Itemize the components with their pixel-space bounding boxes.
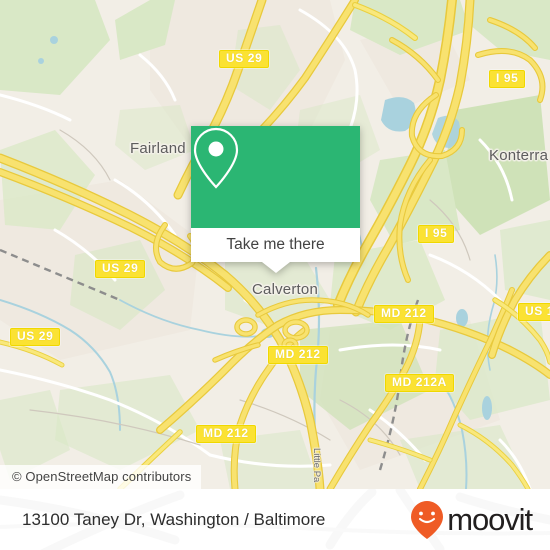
take-me-there-label: Take me there (226, 236, 325, 253)
map-pin-icon (193, 127, 239, 189)
shield-us-29: US 29 (219, 50, 270, 68)
shield-us-1: US 1 (518, 303, 550, 321)
take-me-there-button[interactable]: Take me there (191, 228, 360, 262)
map-canvas[interactable]: .park{fill:#d9e8c6;} .parkdark{fill:#cfe… (0, 0, 550, 489)
moovit-logo[interactable]: moovit (410, 500, 533, 540)
footer-bar: 13100 Taney Dr, Washington / Baltimore m… (0, 489, 550, 550)
map-label-konterra: Konterra (489, 147, 549, 164)
address-label: 13100 Taney Dr, Washington / Baltimore (22, 509, 326, 529)
map-screen: .park{fill:#d9e8c6;} .parkdark{fill:#cfe… (0, 0, 550, 550)
shield-us-29: US 29 (95, 260, 146, 278)
map-label-calverton: Calverton (252, 281, 318, 298)
shield-md-212: MD 212 (196, 425, 256, 443)
moovit-pin-icon (411, 500, 444, 539)
shield-i-95: I 95 (418, 225, 455, 243)
location-popup[interactable]: Take me there (191, 126, 360, 273)
shield-md-212: MD 212 (374, 305, 434, 323)
popup-pointer (261, 262, 290, 273)
moovit-wordmark: moovit (447, 502, 533, 537)
osm-attribution[interactable]: © OpenStreetMap contributors (0, 465, 202, 489)
map-label-fairland: Fairland (130, 140, 186, 157)
shield-us-29: US 29 (10, 328, 61, 346)
shield-md-212: MD 212 (268, 346, 328, 364)
shield-i-95: I 95 (489, 70, 526, 88)
popup-header (191, 126, 360, 228)
shield-md-212a: MD 212A (385, 374, 454, 392)
map-label-little-paint-branch: Little Pa (311, 448, 322, 483)
